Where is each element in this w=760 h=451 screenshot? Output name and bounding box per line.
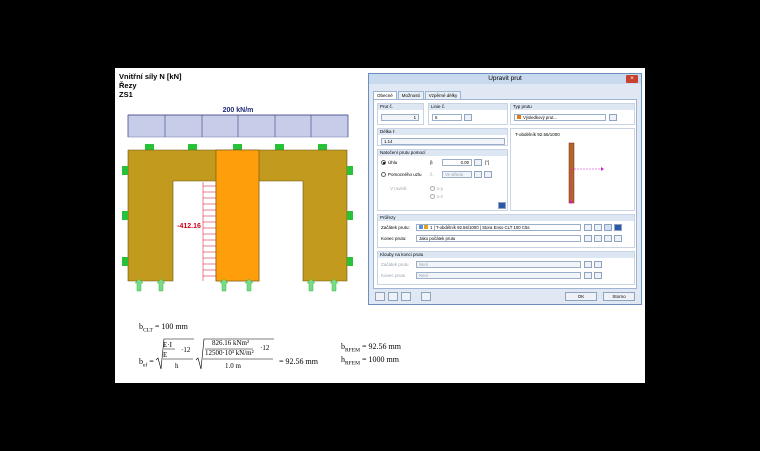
start-section-label: Začátek prutu: bbox=[381, 225, 410, 230]
close-button[interactable]: × bbox=[626, 75, 638, 83]
plane-xz-label: x-z bbox=[437, 194, 443, 199]
load-value: 200 kN/m bbox=[223, 107, 254, 114]
top-supports bbox=[145, 144, 327, 150]
end-new-icon[interactable] bbox=[594, 235, 602, 242]
angle-unit: [°] bbox=[485, 160, 490, 165]
dialog-tabs: Obecné Možnosti Vzpěrné délky bbox=[373, 91, 462, 99]
angle-pick-icon[interactable] bbox=[474, 159, 482, 166]
section-new-icon[interactable] bbox=[594, 224, 602, 231]
rotation-label: Natočení prutu pomocí bbox=[378, 150, 507, 156]
rotation-angle-label: Úhlu bbox=[388, 160, 398, 165]
start-section-select[interactable]: 1 | T-obdélník 92.56/1000 | Stora Enso C… bbox=[416, 224, 581, 231]
hinge-end-new-icon bbox=[584, 272, 592, 279]
hinge-start-select: Není bbox=[416, 261, 581, 268]
member-no-group: Prut č. 1 bbox=[377, 103, 424, 125]
settings-icon[interactable] bbox=[421, 292, 431, 301]
tab-options[interactable]: Možnosti bbox=[397, 91, 424, 99]
section-preview: T-obdélník 92.56/1000 bbox=[510, 128, 635, 211]
rotation-node-radio[interactable] bbox=[381, 172, 386, 177]
section-color-icon bbox=[419, 225, 423, 229]
result-member-icon bbox=[517, 115, 521, 119]
info-icon[interactable] bbox=[498, 202, 506, 209]
formula-right-num: 826.16 kNm² bbox=[212, 339, 250, 347]
b-rfem-line: bRFEM = 92.56 mm bbox=[341, 342, 401, 354]
formula-right-den: 1.0 m bbox=[225, 362, 241, 370]
formula-right-den1: 12500·10³ kN/m² bbox=[205, 349, 254, 357]
dialog-title: Upravit prut bbox=[488, 75, 522, 82]
check-icon[interactable] bbox=[388, 292, 398, 301]
section-info-icon[interactable] bbox=[614, 224, 622, 231]
edit-member-dialog: Upravit prut × Obecné Možnosti Vzpěrné d… bbox=[368, 73, 642, 305]
end-section-select[interactable]: Jako počátek prutu bbox=[416, 235, 581, 242]
force-diagram bbox=[202, 182, 216, 281]
node-pick-icon bbox=[474, 171, 482, 178]
node-new-icon bbox=[484, 171, 492, 178]
plane-label: V rovině bbox=[390, 186, 407, 191]
dialog-titlebar: Upravit prut × bbox=[369, 74, 641, 84]
hinge-end-edit-icon bbox=[594, 272, 602, 279]
length-label: Délka ℓ bbox=[378, 129, 507, 135]
formula-right-mid: ·12 bbox=[260, 344, 270, 352]
beta-label: β bbox=[430, 160, 433, 165]
b-clt-line: bCLT = 100 mm bbox=[139, 322, 188, 334]
line-no-group: Linie č. 5 bbox=[428, 103, 508, 125]
middle-column bbox=[215, 149, 260, 282]
node-no-label: č. bbox=[430, 172, 434, 177]
force-value: -412.16 bbox=[177, 223, 201, 230]
member-type-label: Typ prutu bbox=[511, 104, 634, 110]
line-no-label: Linie č. bbox=[429, 104, 507, 110]
member-no-label: Prut č. bbox=[378, 104, 423, 110]
plane-xy-radio bbox=[430, 186, 435, 191]
hinge-end-label: Konec prutu bbox=[381, 273, 406, 278]
copy-icon[interactable] bbox=[401, 292, 411, 301]
hinge-start-edit-icon bbox=[594, 261, 602, 268]
end-section-label: Konec prutu: bbox=[381, 236, 407, 241]
member-type-group: Typ prutu Výsledkový prut... bbox=[510, 103, 635, 125]
plane-xy-label: x-y bbox=[437, 186, 443, 191]
section-library-icon[interactable] bbox=[584, 224, 592, 231]
end-library-icon[interactable] bbox=[584, 235, 592, 242]
rotation-angle-radio[interactable] bbox=[381, 160, 386, 165]
hinge-start-new-icon bbox=[584, 261, 592, 268]
end-info-icon[interactable] bbox=[614, 235, 622, 242]
rotation-angle-field[interactable]: 0.00 bbox=[442, 159, 472, 166]
hinges-group: Klouby na konci prutu Začátek prutu Není… bbox=[377, 251, 635, 285]
length-field: 1.14 bbox=[381, 138, 505, 145]
general-pane: Prut č. 1 Linie č. 5 Typ prutu Výsledkov… bbox=[373, 99, 637, 289]
hinge-end-select: Není bbox=[416, 272, 581, 279]
b-ef-symbol: bef = bbox=[139, 357, 154, 369]
hinge-start-label: Začátek prutu bbox=[381, 262, 409, 267]
edit-type-icon[interactable] bbox=[609, 114, 617, 121]
rotation-node-label: Pomocného uzlu bbox=[388, 172, 422, 177]
tab-general[interactable]: Obecné bbox=[373, 91, 397, 99]
sections-label: Průřezy bbox=[378, 215, 634, 221]
h-rfem-line: hRFEM = 1000 mm bbox=[341, 355, 399, 367]
ok-button[interactable]: OK bbox=[565, 292, 597, 301]
formula-result: = 92.56 mm bbox=[279, 357, 318, 366]
material-color-icon bbox=[424, 225, 428, 229]
tab-buckling-lengths[interactable]: Vzpěrné délky bbox=[424, 91, 462, 99]
member-no-field: 1 bbox=[381, 114, 419, 121]
hinges-label: Klouby na konci prutu bbox=[378, 252, 634, 258]
rotation-node-select: Ve středu bbox=[442, 171, 472, 178]
pick-line-icon[interactable] bbox=[464, 114, 472, 121]
member-type-select[interactable]: Výsledkový prut... bbox=[514, 114, 606, 121]
length-group: Délka ℓ 1.14 bbox=[377, 128, 508, 146]
plane-xz-radio bbox=[430, 194, 435, 199]
cancel-button[interactable]: Storno bbox=[603, 292, 635, 301]
section-preview-drawing bbox=[568, 142, 604, 204]
sections-group: Průřezy Začátek prutu: 1 | T-obdélník 92… bbox=[377, 214, 635, 248]
line-no-select[interactable]: 5 bbox=[432, 114, 462, 121]
section-edit-icon[interactable] bbox=[604, 224, 612, 231]
end-edit-icon[interactable] bbox=[604, 235, 612, 242]
help-icon[interactable] bbox=[375, 292, 385, 301]
rotation-group: Natočení prutu pomocí Úhlu β 0.00 [°] Po… bbox=[377, 149, 508, 211]
